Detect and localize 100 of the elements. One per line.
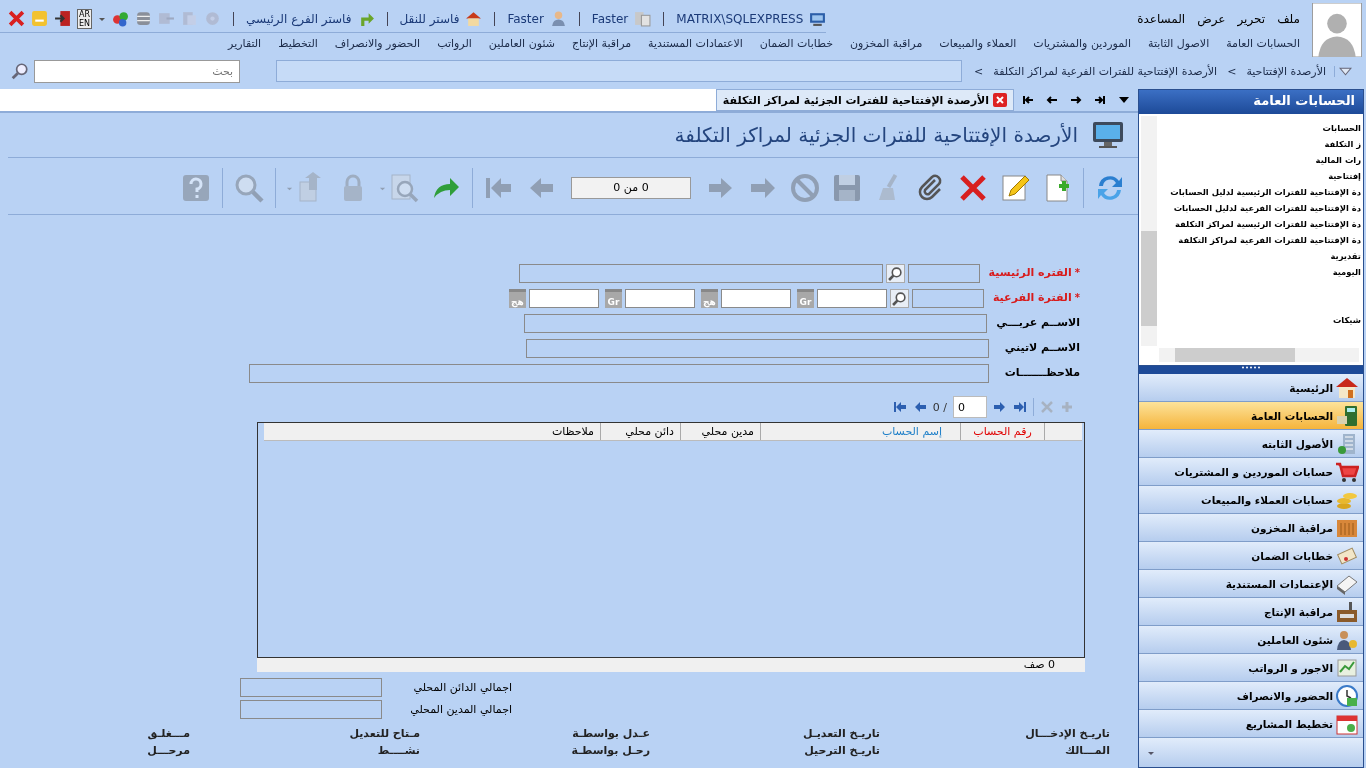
arrow-icon[interactable] bbox=[1046, 94, 1058, 106]
help-icon bbox=[180, 172, 212, 204]
tree-item[interactable]: رات المالية bbox=[1315, 152, 1361, 168]
forward-icon[interactable] bbox=[158, 10, 176, 27]
module-button[interactable]: حسابات الموردين و المشتريات bbox=[1139, 458, 1363, 486]
module-button[interactable]: الأصول الثابته bbox=[1139, 430, 1363, 458]
total-label: اجمالي المدين المحلي bbox=[409, 701, 512, 718]
menu-item[interactable]: الاصول الثابتة bbox=[1148, 37, 1210, 50]
text-field[interactable] bbox=[524, 313, 988, 333]
tree-item[interactable]: الحسابات bbox=[1322, 120, 1361, 136]
language-button[interactable]: AR EN bbox=[77, 8, 93, 29]
lookup-button[interactable] bbox=[885, 263, 905, 283]
module-button[interactable]: شئون العاملين bbox=[1139, 626, 1363, 654]
search-icon[interactable] bbox=[11, 62, 30, 80]
menu-item[interactable]: الحسابات العامة bbox=[1226, 37, 1300, 50]
menu-item[interactable]: التقارير bbox=[228, 37, 262, 50]
menu-item[interactable]: المساعدة bbox=[1137, 12, 1186, 26]
exit-icon[interactable] bbox=[54, 10, 71, 27]
menu-item[interactable]: التخطيط bbox=[278, 37, 318, 50]
tree-item[interactable]: دة الإفتتاحية للفترات الرئيسية لدليل الحسابات bbox=[1170, 184, 1361, 200]
search-field[interactable]: بحث bbox=[34, 59, 241, 83]
menu-item[interactable]: مراقبة الإنتاج bbox=[571, 37, 632, 50]
info-label: مرحـــل bbox=[146, 744, 190, 757]
info-label: تاريـخ التعديـل bbox=[802, 727, 880, 740]
minimize-icon[interactable] bbox=[31, 10, 48, 27]
page-field[interactable]: 0 bbox=[953, 396, 987, 418]
menu-item[interactable]: العملاء والمبيعات bbox=[939, 37, 1017, 50]
code-field[interactable] bbox=[911, 288, 984, 308]
tree-item[interactable]: دة الإفتتاحية للفترات الرئيسية لمراكز التكلفة bbox=[1175, 216, 1361, 232]
tree-item[interactable]: دة الإفتتاحية للفترات الفرعية لدليل الحسابات bbox=[1173, 200, 1361, 216]
code-field[interactable] bbox=[907, 263, 980, 283]
menu-item[interactable]: شئون العاملين bbox=[488, 37, 555, 50]
module-button[interactable]: مراقبة المخزون bbox=[1139, 514, 1363, 542]
tree-item[interactable]: دة الإفتتاحية للفترات الفرعية لمراكز التكلفة bbox=[1178, 232, 1361, 248]
notes-field[interactable] bbox=[249, 363, 989, 383]
menu-item[interactable]: الحضور والانصراف bbox=[334, 37, 421, 50]
document-tab[interactable]: الأرصدة الإفتتاحية للفترات الجزئية لمراكز التكلفة bbox=[715, 89, 1014, 111]
date-field[interactable] bbox=[624, 288, 695, 308]
chevron-icon[interactable] bbox=[1334, 65, 1352, 77]
splitter-handle[interactable] bbox=[1139, 366, 1363, 374]
menu-item[interactable]: تحرير bbox=[1237, 12, 1266, 26]
menu-item[interactable]: خطابات الضمان bbox=[759, 37, 833, 50]
vertical-scrollbar[interactable] bbox=[1141, 116, 1157, 346]
tree-item[interactable]: إفتتاحية bbox=[1328, 168, 1361, 184]
database-icon[interactable] bbox=[135, 10, 153, 27]
column-header[interactable]: ملاحظات bbox=[264, 423, 600, 440]
menu-item[interactable]: ملف bbox=[1277, 12, 1300, 26]
info-label: رحـل بواسطـة bbox=[570, 744, 650, 757]
form-title: الأرصدة الإفتتاحية للفترات الجزئية لمراكز التكلفة bbox=[674, 123, 1078, 147]
module-button[interactable]: الرئيسية bbox=[1139, 374, 1363, 402]
close-icon[interactable] bbox=[993, 93, 1007, 107]
colored-balls-icon[interactable] bbox=[112, 10, 130, 27]
house-icon bbox=[465, 10, 483, 27]
connection-label: فاستر الفرع الرئيسي bbox=[246, 11, 352, 26]
column-header[interactable]: إسم الحساب bbox=[760, 423, 960, 440]
arrow-icon[interactable] bbox=[1070, 94, 1082, 106]
menu-item[interactable]: مراقبة المخزون bbox=[849, 37, 923, 50]
factory-icon bbox=[1335, 599, 1359, 624]
menu-item[interactable]: الاعتمادات المستندية bbox=[648, 37, 743, 50]
module-button[interactable]: مراقبة الإنتاج bbox=[1139, 598, 1363, 626]
skip-arrow-icon[interactable] bbox=[1094, 94, 1106, 106]
column-header[interactable]: رقم الحساب bbox=[960, 423, 1044, 440]
column-header[interactable]: مدين محلي bbox=[680, 423, 760, 440]
plus-icon[interactable] bbox=[1060, 400, 1074, 414]
connection-label: فاستر للنقل bbox=[399, 11, 460, 26]
horizontal-scrollbar[interactable] bbox=[1159, 348, 1359, 362]
column-header[interactable]: دائن محلي bbox=[600, 423, 680, 440]
close-icon[interactable] bbox=[8, 10, 25, 27]
clock-icon bbox=[1335, 683, 1359, 708]
date-field[interactable] bbox=[720, 288, 791, 308]
tree-item[interactable]: شيكات bbox=[1332, 312, 1361, 328]
date-field[interactable] bbox=[528, 288, 599, 308]
text-field[interactable] bbox=[526, 338, 989, 358]
avatar-icon bbox=[1312, 3, 1362, 57]
monitor-icon bbox=[1092, 121, 1124, 149]
tree-item[interactable]: اليومية bbox=[1332, 264, 1361, 280]
module-button[interactable]: الاجور و الرواتب bbox=[1139, 654, 1363, 682]
pencil-button[interactable] bbox=[999, 172, 1031, 204]
module-button[interactable]: حسابات العملاء والمبيعات bbox=[1139, 486, 1363, 514]
breadcrumb-link[interactable]: الأرصدة الإفتتاحية للفترات الفرعية لمراكز التكلفة bbox=[993, 64, 1218, 78]
module-button[interactable]: تخطيط المشاريع bbox=[1139, 710, 1363, 738]
breadcrumb-separator: > bbox=[974, 64, 984, 78]
menu-item[interactable]: الرواتب bbox=[437, 37, 472, 50]
tree-item[interactable]: تقديرية bbox=[1330, 248, 1361, 264]
module-button[interactable]: الإعتمادات المستندية bbox=[1139, 570, 1363, 598]
module-button[interactable]: الحضور والانصراف bbox=[1139, 682, 1363, 710]
date-field[interactable] bbox=[816, 288, 887, 308]
module-button[interactable]: خطابات الضمان bbox=[1139, 542, 1363, 570]
lookup-button[interactable] bbox=[889, 288, 909, 308]
menu-item[interactable]: عرض bbox=[1197, 12, 1226, 26]
tree-item[interactable]: ز التكلفة bbox=[1324, 136, 1361, 152]
cross-icon[interactable] bbox=[1040, 400, 1054, 414]
breadcrumb-link[interactable]: الأرصدة الإفتتاحية bbox=[1246, 64, 1326, 78]
menu-item[interactable]: الموردين والمشتريات bbox=[1033, 37, 1131, 50]
computer-icon bbox=[809, 10, 827, 27]
skip-arrow-icon[interactable] bbox=[1022, 94, 1034, 106]
connection-label: Faster bbox=[507, 11, 544, 26]
module-button[interactable]: الحسابات العامة bbox=[1139, 402, 1363, 430]
connection-label: MATRIX\SQLEXPRESS bbox=[676, 11, 804, 26]
address-field[interactable] bbox=[276, 60, 963, 82]
